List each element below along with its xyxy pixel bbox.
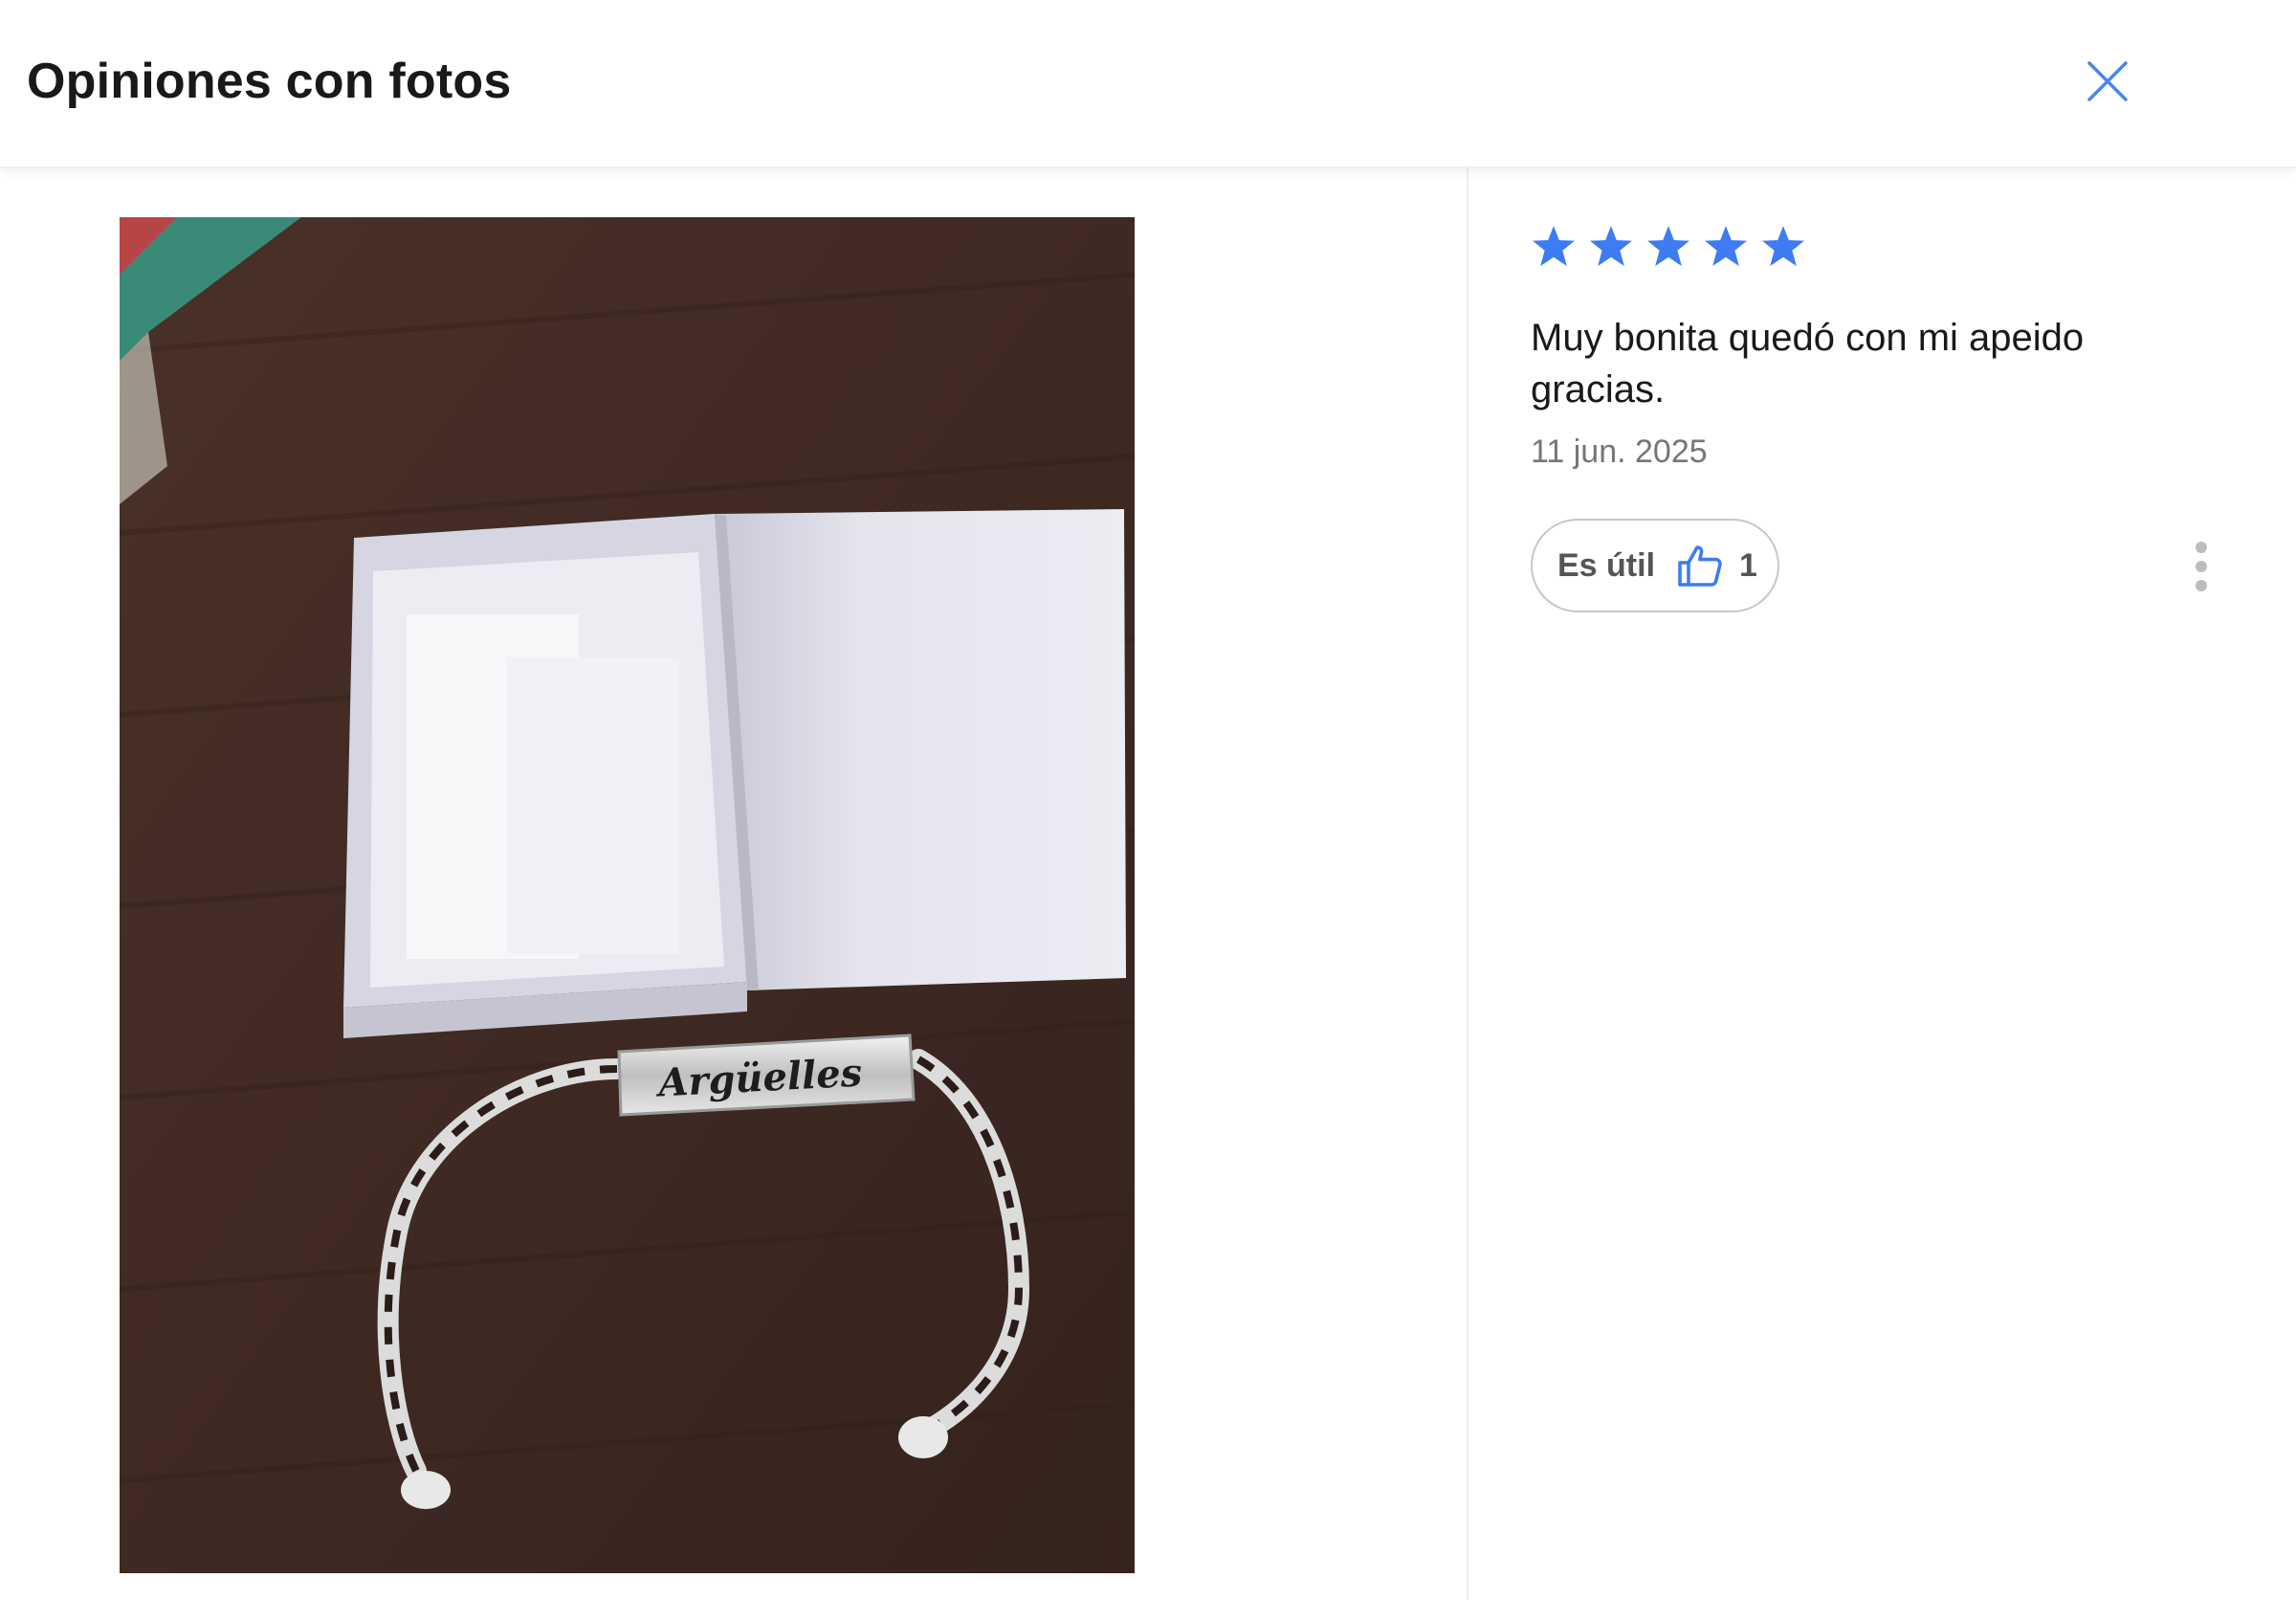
review-details: Muy bonita quedó con mi apeido gracias. … bbox=[1531, 220, 2239, 473]
star-icon bbox=[1703, 225, 1749, 269]
review-date: 11 jun. 2025 bbox=[1531, 433, 1708, 470]
bracelet-photo-image: Argüelles bbox=[120, 217, 1135, 1573]
star-icon bbox=[1531, 225, 1577, 269]
page-title: Opiniones con fotos bbox=[27, 54, 512, 109]
star-rating bbox=[1531, 220, 2239, 274]
more-vertical-icon bbox=[2196, 542, 2207, 591]
panel-divider bbox=[1467, 168, 1468, 1600]
thumbs-up-icon bbox=[1678, 545, 1722, 587]
helpful-button[interactable]: Es útil 1 bbox=[1531, 519, 1779, 612]
modal-header: Opiniones con fotos bbox=[0, 0, 2296, 168]
close-icon bbox=[2087, 61, 2128, 101]
review-text: Muy bonita quedó con mi apeido gracias. bbox=[1531, 317, 2085, 411]
helpful-count: 1 bbox=[1739, 546, 1757, 584]
star-icon bbox=[1645, 225, 1691, 269]
more-options-button[interactable] bbox=[2191, 538, 2212, 595]
close-button[interactable] bbox=[2078, 52, 2137, 111]
star-icon bbox=[1760, 225, 1806, 269]
review-photo[interactable]: Argüelles bbox=[120, 217, 1135, 1573]
star-icon bbox=[1588, 225, 1634, 269]
helpful-label: Es útil bbox=[1557, 546, 1656, 584]
